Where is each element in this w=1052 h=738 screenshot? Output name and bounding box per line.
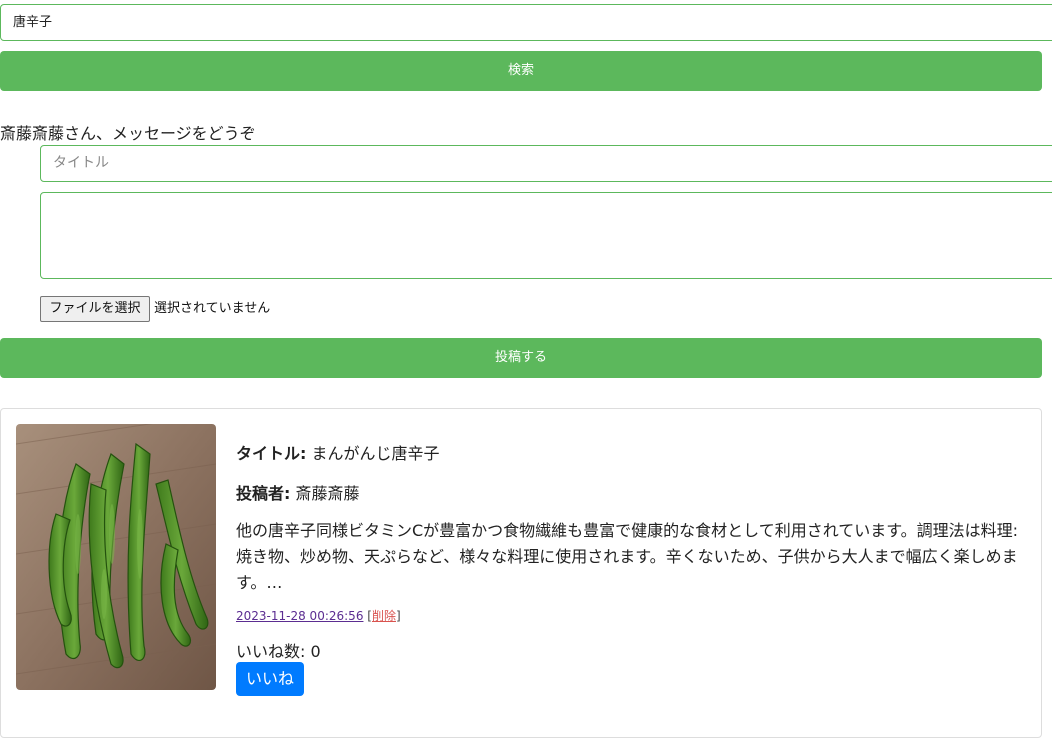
post-body: 他の唐辛子同様ビタミンCが豊富かつ食物繊維も豊富で健康的な食材として利用されてい… — [236, 521, 1019, 592]
message-textarea[interactable] — [40, 192, 1052, 279]
post-title-label: タイトル: — [236, 444, 307, 463]
post-meta: 2023-11-28 00:26:56 [削除] — [236, 607, 401, 624]
post-title: まんがんじ唐辛子 — [311, 444, 440, 463]
post-submit-button[interactable]: 投稿する — [0, 338, 1042, 378]
title-input[interactable]: タイトル — [40, 145, 1052, 182]
post-timestamp-link[interactable]: 2023-11-28 00:26:56 — [236, 609, 363, 623]
green-peppers-photo-icon — [16, 424, 216, 690]
post-author: 斎藤斎藤 — [295, 484, 360, 503]
search-input[interactable]: 唐辛子 — [0, 4, 1052, 41]
search-button[interactable]: 検索 — [0, 51, 1042, 91]
likes-count: 0 — [310, 642, 321, 661]
file-status-text: 選択されていません — [154, 301, 271, 316]
like-button[interactable]: いいね — [236, 662, 304, 696]
delete-bracket-close: ] — [395, 609, 401, 623]
greeting-text: 斎藤斎藤さん、メッセージをどうぞ — [0, 124, 256, 143]
likes-count-line: いいね数: 0 — [236, 638, 321, 662]
post-author-line: 投稿者: 斎藤斎藤 — [236, 480, 360, 504]
post-title-line: タイトル: まんがんじ唐辛子 — [236, 440, 440, 464]
file-select-button[interactable]: ファイルを選択 — [40, 296, 150, 322]
likes-label: いいね数: — [236, 642, 306, 661]
post-author-label: 投稿者: — [236, 484, 291, 503]
delete-link[interactable]: 削除 — [372, 609, 396, 623]
post-image — [16, 424, 216, 690]
